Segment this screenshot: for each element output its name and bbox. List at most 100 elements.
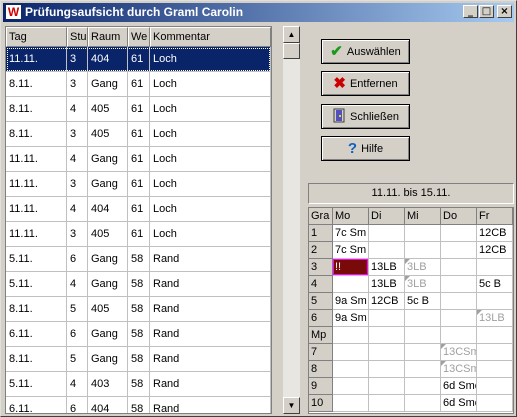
timetable-cell[interactable] xyxy=(369,361,405,378)
timetable-cell[interactable] xyxy=(333,378,369,395)
table-row[interactable]: 6.11. 6 Gang 58 Rand xyxy=(6,322,271,347)
timetable-cell[interactable]: 5c B xyxy=(405,293,441,310)
select-button[interactable]: ✔ Auswählen xyxy=(321,39,410,64)
timetable-cell[interactable]: 12CB xyxy=(369,293,405,310)
grid-scrollbar[interactable]: ▲ ▼ xyxy=(283,26,300,414)
timetable-cell[interactable] xyxy=(369,327,405,344)
timetable-cell[interactable] xyxy=(477,378,513,395)
timetable-cell[interactable]: 13CSm xyxy=(441,361,477,378)
timetable-cell[interactable]: 6d Smc xyxy=(441,378,477,395)
cell-raum: 404 xyxy=(88,397,128,413)
timetable-cell[interactable] xyxy=(405,242,441,259)
table-row[interactable]: 11.11. 3 405 61 Loch xyxy=(6,222,271,247)
timetable-cell[interactable]: 12CB xyxy=(477,242,513,259)
table-row[interactable]: 11.11. 4 Gang 61 Loch xyxy=(6,147,271,172)
table-row[interactable]: 11.11. 3 404 61 Loch xyxy=(6,47,271,72)
timetable-cell[interactable] xyxy=(405,378,441,395)
timetable-cell[interactable]: !! xyxy=(333,259,369,276)
scroll-thumb[interactable] xyxy=(283,43,300,59)
table-row[interactable]: 5.11. 4 403 58 Rand xyxy=(6,372,271,397)
table-row[interactable]: 8.11. 4 405 61 Loch xyxy=(6,97,271,122)
table-row[interactable]: 5.11. 6 Gang 58 Rand xyxy=(6,247,271,272)
table-row[interactable]: 11.11. 3 Gang 61 Loch xyxy=(6,172,271,197)
table-row[interactable]: 8.11. 3 Gang 61 Loch xyxy=(6,72,271,97)
timetable-cell[interactable] xyxy=(405,225,441,242)
table-row[interactable]: 8.11. 3 405 61 Loch xyxy=(6,122,271,147)
timetable-cell[interactable] xyxy=(477,327,513,344)
cell-raum: 405 xyxy=(88,222,128,247)
week-column-header: Mo xyxy=(333,208,369,225)
timetable-cell[interactable] xyxy=(441,242,477,259)
table-row[interactable]: 11.11. 4 404 61 Loch xyxy=(6,197,271,222)
timetable-cell[interactable]: 9a Sm xyxy=(333,310,369,327)
timetable-cell[interactable] xyxy=(333,276,369,293)
timetable-cell[interactable]: 7c Sm xyxy=(333,242,369,259)
table-row[interactable]: 8.11. 5 Gang 58 Rand xyxy=(6,347,271,372)
cell-woche: 61 xyxy=(128,122,150,147)
maximize-button[interactable]: □ xyxy=(479,5,494,18)
timetable-cell[interactable] xyxy=(405,327,441,344)
cell-kommentar: Rand xyxy=(150,297,271,322)
door-icon xyxy=(332,108,346,126)
timetable-cell[interactable]: 7c Sm xyxy=(333,225,369,242)
timetable-cell[interactable]: 6d Smc xyxy=(441,395,477,412)
timetable-cell[interactable]: 3LB xyxy=(405,259,441,276)
timetable-cell[interactable]: 13LB xyxy=(369,276,405,293)
timetable-cell[interactable] xyxy=(369,225,405,242)
timetable-cell[interactable] xyxy=(441,259,477,276)
close-button[interactable]: Schließen xyxy=(321,104,410,129)
assignment-grid: Tag Stu Raum We Kommentar 11.11. 3 404 61 Lo… xyxy=(5,26,272,414)
timetable-cell[interactable] xyxy=(477,344,513,361)
minimize-button[interactable]: _ xyxy=(463,5,478,18)
scroll-up-arrow-icon[interactable]: ▲ xyxy=(283,26,300,43)
title-bar[interactable]: W Prüfungsaufsicht durch Graml Carolin _… xyxy=(3,3,514,22)
timetable-cell[interactable] xyxy=(477,395,513,412)
column-header-tag[interactable]: Tag xyxy=(6,27,67,47)
timetable-cell[interactable] xyxy=(369,344,405,361)
table-row[interactable]: 8.11. 5 405 58 Rand xyxy=(6,297,271,322)
timetable-cell[interactable]: 13CSm xyxy=(441,344,477,361)
timetable-cell[interactable] xyxy=(369,395,405,412)
column-header-kommentar[interactable]: Kommentar xyxy=(150,27,271,47)
cell-raum: 403 xyxy=(88,372,128,397)
timetable-cell[interactable] xyxy=(441,327,477,344)
timetable-cell[interactable] xyxy=(441,293,477,310)
timetable-cell[interactable] xyxy=(441,225,477,242)
timetable-cell[interactable] xyxy=(333,395,369,412)
table-row[interactable]: 5.11. 4 Gang 58 Rand xyxy=(6,272,271,297)
timetable-cell[interactable] xyxy=(405,361,441,378)
timetable-cell[interactable] xyxy=(441,310,477,327)
help-button[interactable]: ? Hilfe xyxy=(321,136,410,161)
remove-button[interactable]: ✖ Entfernen xyxy=(321,71,410,96)
timetable-cell[interactable]: 13LB xyxy=(369,259,405,276)
timetable-cell[interactable] xyxy=(369,378,405,395)
timetable-cell[interactable] xyxy=(333,361,369,378)
timetable-cell[interactable]: 5c B xyxy=(477,276,513,293)
column-header-woche[interactable]: We xyxy=(128,27,150,47)
timetable-cell[interactable]: 13LB xyxy=(477,310,513,327)
timetable-cell[interactable]: 12CB xyxy=(477,225,513,242)
period-label: 9 xyxy=(309,378,333,395)
cell-stunde: 4 xyxy=(67,272,88,297)
timetable-cell[interactable] xyxy=(369,310,405,327)
timetable-cell[interactable] xyxy=(405,395,441,412)
timetable-cell[interactable] xyxy=(477,361,513,378)
timetable-cell[interactable] xyxy=(441,276,477,293)
table-row[interactable]: 6.11. 6 404 58 Rand xyxy=(6,397,271,413)
timetable-cell[interactable] xyxy=(405,344,441,361)
cell-stunde: 6 xyxy=(67,397,88,413)
scroll-down-arrow-icon[interactable]: ▼ xyxy=(283,397,300,414)
timetable-cell[interactable] xyxy=(369,242,405,259)
timetable-cell[interactable] xyxy=(405,310,441,327)
cell-woche: 58 xyxy=(128,272,150,297)
timetable-cell[interactable] xyxy=(333,344,369,361)
close-window-button[interactable]: × xyxy=(497,5,512,18)
week-column-header: Di xyxy=(369,208,405,225)
timetable-cell[interactable] xyxy=(477,259,513,276)
timetable-cell[interactable] xyxy=(477,293,513,310)
timetable-cell[interactable]: 3LB xyxy=(405,276,441,293)
column-header-stunde[interactable]: Stu xyxy=(67,27,88,47)
timetable-cell[interactable] xyxy=(333,327,369,344)
timetable-cell[interactable]: 9a Sm xyxy=(333,293,369,310)
column-header-raum[interactable]: Raum xyxy=(88,27,128,47)
